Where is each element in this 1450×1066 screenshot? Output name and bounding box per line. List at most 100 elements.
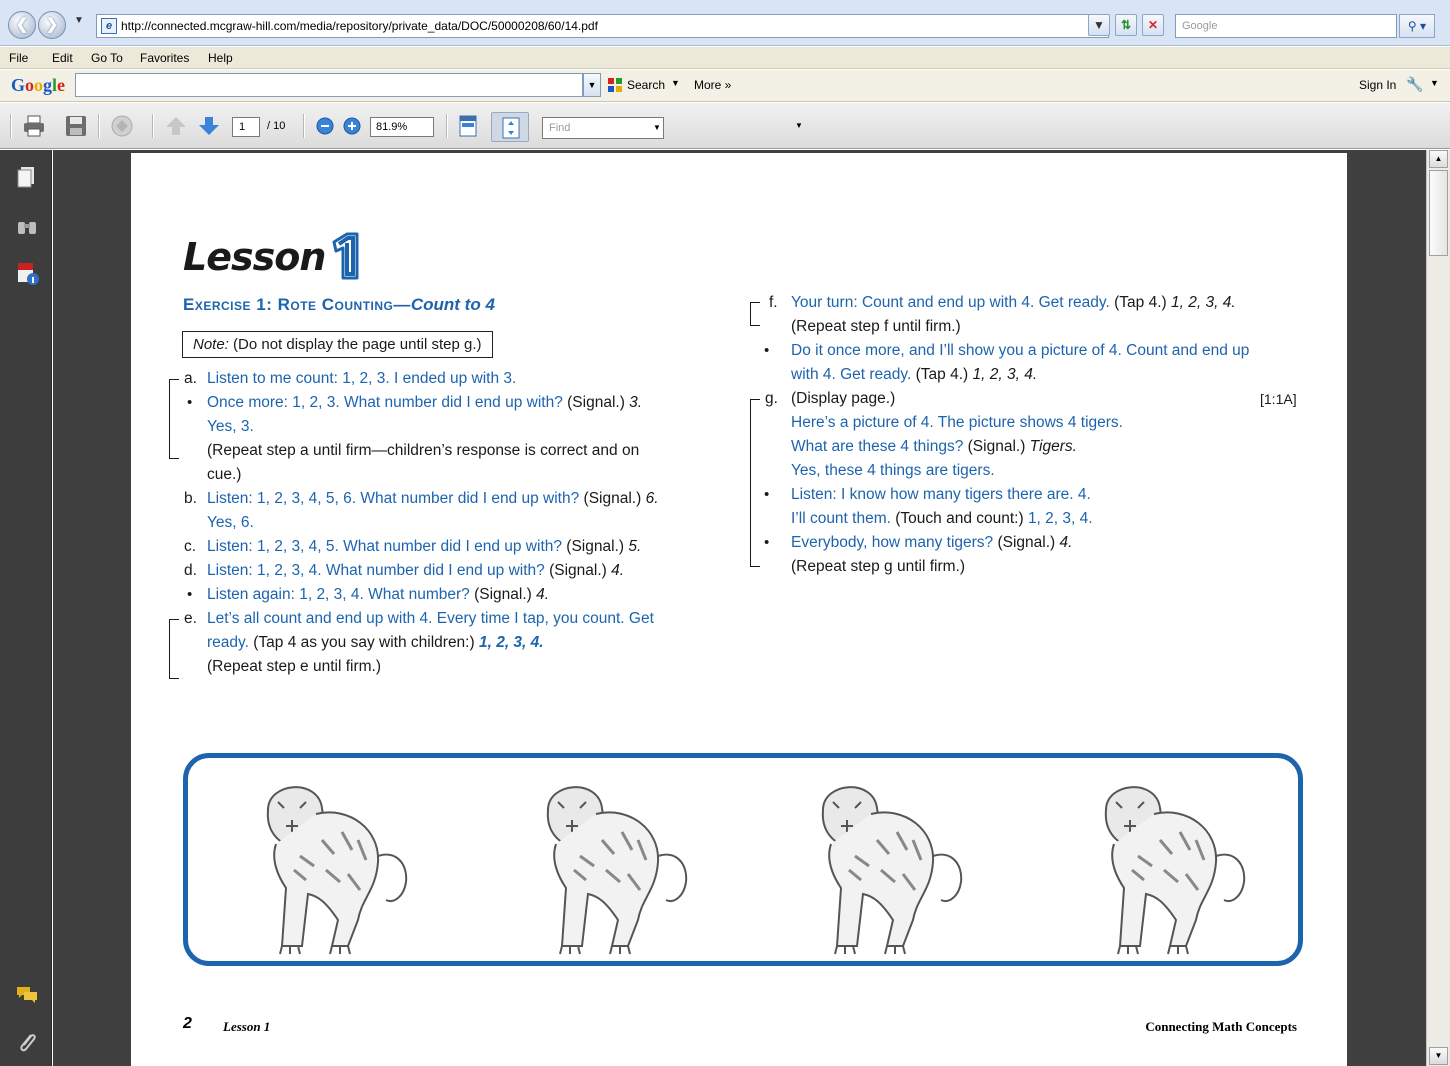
toolbar-separator: [10, 114, 12, 138]
google-search-input[interactable]: [75, 73, 583, 97]
paperclip-icon[interactable]: [14, 1030, 40, 1056]
find-input[interactable]: Find: [542, 117, 664, 139]
step-b-line-2: Yes, 6.: [207, 514, 254, 531]
url-input[interactable]: e http://connected.mcgraw-hill.com/media…: [96, 14, 1109, 38]
wrench-icon[interactable]: 🔧: [1406, 76, 1423, 93]
collaborate-icon[interactable]: [110, 114, 134, 138]
step-f-label: f.: [769, 294, 778, 311]
vertical-scrollbar[interactable]: ▲ ▼: [1426, 150, 1450, 1066]
step-f-bullet-line: Do it once more, and I’ll show you a pic…: [791, 342, 1250, 359]
footer-page-number: 2: [183, 1015, 192, 1032]
tiger-illustration: [1104, 786, 1246, 955]
pdf-info-icon[interactable]: [14, 260, 40, 286]
step-a-repeat: (Repeat step a until firm—children’s res…: [207, 442, 640, 459]
zoom-dropdown-icon[interactable]: ▼: [795, 121, 803, 130]
tiger-picture-frame: [183, 753, 1303, 966]
forward-button[interactable]: ❯: [38, 11, 66, 39]
step-a-repeat-2: cue.): [207, 466, 242, 483]
scroll-up-button[interactable]: ▲: [1429, 150, 1448, 168]
step-f-bullet: •: [764, 342, 770, 359]
fit-width-icon[interactable]: [456, 114, 480, 138]
step-e-repeat: (Repeat step e until firm.): [207, 658, 382, 675]
google-search-icon[interactable]: [607, 77, 623, 93]
google-search-arrow-icon[interactable]: ▼: [671, 78, 680, 88]
google-more-button[interactable]: More »: [694, 78, 731, 92]
step-c-label: c.: [184, 538, 197, 555]
fit-page-button[interactable]: [491, 112, 529, 142]
pdf-toolbar: 1 / 10 81.9% ▼ Find ▼: [0, 103, 1450, 149]
browser-search-placeholder: Google: [1182, 20, 1218, 32]
wrench-dropdown-icon[interactable]: ▼: [1430, 78, 1439, 88]
exercise-heading: Exercise 1: Rote Counting—Count to 4: [183, 295, 495, 315]
menu-bar: File Edit Go To Favorites Help: [0, 47, 1450, 69]
tiger-illustration: [821, 786, 963, 955]
save-icon[interactable]: [64, 114, 88, 138]
step-e-line: Let’s all count and end up with 4. Every…: [207, 610, 654, 627]
tiger-illustration: [546, 786, 688, 955]
toolbar-separator: [303, 114, 305, 138]
zoom-in-icon[interactable]: [340, 114, 364, 138]
step-a-bullet-line: Once more: 1, 2, 3. What number did I en…: [207, 394, 643, 411]
browser-search-button[interactable]: ⚲ ▾: [1399, 14, 1435, 38]
step-g-bullet-2-line: Everybody, how many tigers? (Signal.) 4.: [791, 534, 1073, 551]
step-a-bullet: •: [187, 394, 193, 411]
find-placeholder: Find: [549, 122, 571, 134]
pages-icon[interactable]: [14, 164, 40, 190]
google-toolbar: Google ▼ Search ▼ More » Sign In 🔧 ▼: [0, 70, 1450, 102]
scroll-down-button[interactable]: ▼: [1429, 1047, 1448, 1065]
url-dropdown-button[interactable]: ▼: [1088, 14, 1110, 36]
find-dropdown-icon[interactable]: ▼: [653, 123, 661, 132]
step-e-bracket: [169, 619, 179, 679]
stop-button[interactable]: ✕: [1142, 14, 1164, 36]
url-text: http://connected.mcgraw-hill.com/media/r…: [121, 19, 598, 33]
previous-page-icon[interactable]: [164, 114, 188, 138]
note-label: Note:: [193, 336, 229, 353]
google-search-button[interactable]: Search: [627, 78, 665, 92]
scrollbar-thumb[interactable]: [1429, 170, 1448, 256]
footer-book-title: Connecting Math Concepts: [1145, 1019, 1297, 1034]
footer-lesson: Lesson 1: [223, 1019, 271, 1034]
step-g-line-3: Yes, these 4 things are tigers.: [791, 462, 995, 479]
next-page-icon[interactable]: [197, 114, 221, 138]
attachments-binoculars-icon[interactable]: [14, 214, 40, 240]
zoom-level-input[interactable]: 81.9% ▼: [370, 117, 803, 137]
toolbar-separator: [152, 114, 154, 138]
step-f-bracket: [750, 302, 760, 326]
step-a-line: Listen to me count: 1, 2, 3. I ended up …: [207, 370, 517, 387]
pdf-viewer[interactable]: Lesson 1 Exercise 1: Rote Counting—Count…: [53, 150, 1426, 1066]
step-g-bullet-1-line: Listen: I know how many tigers there are…: [791, 486, 1091, 503]
menu-file[interactable]: File: [9, 51, 28, 65]
zoom-level-value: 81.9%: [376, 121, 408, 133]
step-g-line-2: What are these 4 things? (Signal.) Tiger…: [791, 438, 1077, 455]
address-bar: ❮ ❯ ▼ e http://connected.mcgraw-hill.com…: [0, 0, 1450, 46]
menu-favorites[interactable]: Favorites: [140, 51, 189, 65]
tiger-illustration: [266, 786, 408, 955]
back-button[interactable]: ❮: [8, 11, 36, 39]
comments-icon[interactable]: [14, 982, 40, 1008]
page-number-input[interactable]: 1: [232, 117, 260, 137]
zoom-out-icon[interactable]: [313, 114, 337, 138]
refresh-button[interactable]: ⇅: [1115, 14, 1137, 36]
step-e-line-2: ready. (Tap 4 as you say with children:)…: [207, 634, 544, 651]
menu-go-to[interactable]: Go To: [91, 51, 123, 65]
step-a-bullet-line-2: Yes, 3.: [207, 418, 254, 435]
ie-page-icon: e: [101, 18, 117, 34]
step-f-repeat: (Repeat step f until firm.): [791, 318, 961, 335]
step-e-label: e.: [184, 610, 197, 627]
google-search-dropdown[interactable]: ▼: [583, 73, 601, 97]
menu-edit[interactable]: Edit: [52, 51, 73, 65]
step-g-bullet-2: •: [764, 534, 770, 551]
menu-help[interactable]: Help: [208, 51, 233, 65]
google-logo[interactable]: Google: [11, 75, 65, 96]
pdf-navigation-panel: [0, 150, 52, 1066]
toolbar-separator: [98, 114, 100, 138]
exercise-heading-suffix: Count to 4: [410, 295, 495, 314]
toolbar-separator: [446, 114, 448, 138]
history-dropdown-icon[interactable]: ▼: [74, 15, 84, 26]
print-icon[interactable]: [22, 114, 46, 138]
exercise-heading-prefix: Exercise 1: Rote Counting—: [183, 295, 411, 314]
browser-search-input[interactable]: Google: [1175, 14, 1397, 38]
step-d-bullet: •: [187, 586, 193, 603]
step-b-label: b.: [184, 490, 197, 507]
google-sign-in-link[interactable]: Sign In: [1359, 78, 1396, 92]
